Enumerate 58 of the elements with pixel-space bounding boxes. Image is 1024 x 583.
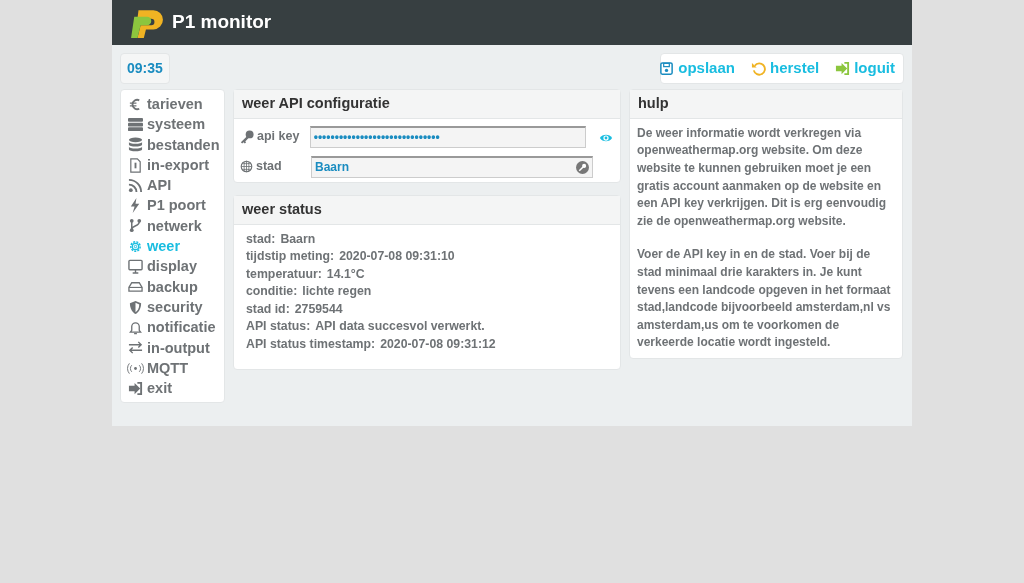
field-label: stad: [256, 158, 282, 176]
logout-icon: [835, 61, 851, 76]
status-value: API data succesvol verwerkt.: [315, 318, 485, 335]
status-label: API status timestamp:: [246, 335, 376, 353]
globe-icon: [240, 160, 253, 174]
status-value: 2020-07-08 09:31:10: [339, 248, 455, 265]
api-key-field[interactable]: ••••••••••••••••••••••••••••••: [309, 125, 586, 148]
sidebar-item[interactable]: security: [127, 296, 218, 318]
sidebar-item[interactable]: bestanden: [127, 134, 218, 155]
sidebar-item[interactable]: tarieven: [127, 94, 218, 115]
status-value: 2020-07-08 09:31:12: [380, 335, 496, 353]
sidebar-item[interactable]: API: [127, 175, 218, 196]
bell-icon: [127, 319, 144, 335]
monitor-icon: [127, 259, 144, 274]
panel-title: weer status: [234, 195, 620, 225]
status-label: conditie:: [246, 283, 298, 300]
status-value: lichte regen: [302, 283, 372, 300]
sidebar-item[interactable]: backup: [127, 276, 218, 297]
status-label: stad:: [246, 230, 276, 248]
sidebar-item[interactable]: netwerk: [127, 215, 218, 237]
sidebar-item[interactable]: display: [127, 256, 218, 277]
arrows-icon: [127, 340, 144, 356]
field-label: api key: [257, 128, 300, 146]
sidebar-item[interactable]: notificatie: [127, 317, 218, 338]
wrench-icon: [576, 160, 589, 174]
file-icon: [127, 157, 144, 173]
branch-icon: [127, 218, 144, 234]
panel-title: hulp: [630, 90, 902, 119]
sidebar-item[interactable]: in-export: [127, 154, 218, 176]
save-icon: [659, 61, 675, 76]
exit-icon: [127, 380, 144, 396]
sidebar-item[interactable]: MQTT: [127, 357, 218, 379]
status-value: Baarn: [280, 230, 316, 248]
server-icon: [127, 116, 144, 132]
drive-icon: [127, 279, 144, 295]
undo-icon: [750, 61, 766, 76]
help-text: Voer de API key in en de stad. Voer bij de stad minimaal drie karakters in. Je kunt tevens een landcode opgeven in het formaat stad,landcode bijvoorbeeld amsterdam,nl vs amsterdam,us om te voorkomen de verkeerde locatie wordt ingesteld.: [637, 246, 892, 352]
status-label: API status:: [246, 318, 311, 335]
app-title: P1 monitor: [172, 10, 272, 35]
status-value: 2759544: [294, 300, 343, 318]
city-field[interactable]: Baarn: [311, 155, 593, 178]
clock-time: 09:35: [120, 53, 170, 84]
database-icon: [127, 137, 144, 153]
sidebar-item[interactable]: exit: [127, 378, 218, 399]
sidebar-item[interactable]: P1 poort: [127, 195, 218, 216]
status-label: stad id:: [246, 300, 290, 318]
key-icon: [240, 129, 254, 144]
help-text: De weer informatie wordt verkregen via openweathermap.org website. Om deze website te kunnen gebruiken moet je een gratis account aanmaken op de website en een API key verkrijgen. Dit is erg eenvoudig zie de openweathermap.org website.: [637, 124, 887, 230]
sidebar-item[interactable]: systeem: [127, 114, 218, 135]
status-value: 14.1°C: [326, 265, 365, 283]
rss-icon: [127, 177, 144, 193]
status-label: temperatuur:: [246, 265, 322, 283]
broadcast-icon: [127, 360, 144, 376]
shield-icon: [127, 299, 144, 315]
gear-icon: [127, 238, 144, 254]
status-label: tijdstip meting:: [246, 248, 335, 265]
sidebar-item[interactable]: in-output: [127, 337, 218, 358]
panel-title: weer API configuratie: [234, 90, 620, 119]
